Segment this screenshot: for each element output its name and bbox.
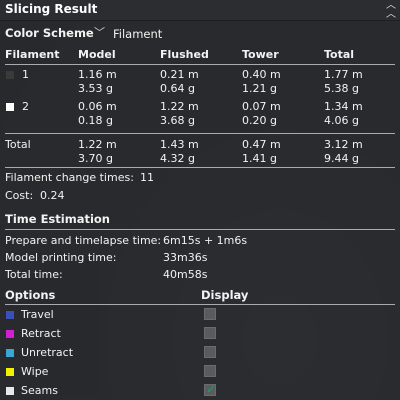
- option-travel-label: Travel: [21, 308, 54, 321]
- time-estimation-heading: Time Estimation: [5, 212, 110, 226]
- wipe-display-checkbox[interactable]: [204, 365, 216, 377]
- unretract-display-checkbox[interactable]: [204, 346, 216, 358]
- cost-label: Cost:: [5, 189, 34, 202]
- option-seams-label: Seams: [21, 384, 58, 397]
- travel-display-checkbox[interactable]: [204, 308, 216, 320]
- seams-color-swatch: [6, 387, 14, 395]
- cell-model-length: 1.22 m: [78, 138, 117, 151]
- slicing-result-panel: Slicing Result ︿ ︿ Color Scheme ﹀ Filamen…: [0, 0, 400, 400]
- total-divider: [5, 133, 395, 134]
- filament-change-value: 11: [140, 171, 154, 184]
- cell-flushed-length: 1.43 m: [160, 138, 199, 151]
- header-flushed: Flushed: [160, 48, 209, 61]
- options-divider: [5, 304, 395, 305]
- cell-model-length: 0.06 m: [78, 100, 117, 113]
- cell-flushed-weight: 3.68 g: [160, 114, 195, 127]
- time-label-model: Model printing time:: [5, 251, 117, 264]
- chevron-down-icon: ﹀: [94, 26, 105, 39]
- time-value-model: 33m36s: [163, 251, 208, 264]
- header-divider: [5, 64, 395, 65]
- time-label-prepare: Prepare and timelapse time:: [5, 234, 162, 247]
- color-scheme-selected: Filament: [113, 27, 163, 41]
- filament-1-swatch: [6, 71, 14, 79]
- panel-titlebar: Slicing Result ︿ ︿: [0, 0, 400, 21]
- header-filament: Filament: [5, 48, 60, 61]
- time-divider: [5, 229, 395, 230]
- cell-flushed-length: 1.22 m: [160, 100, 199, 113]
- seams-display-checkbox[interactable]: ✓: [204, 382, 217, 396]
- travel-color-swatch: [6, 311, 14, 319]
- filament-change-label: Filament change times:: [5, 171, 134, 184]
- retract-color-swatch: [6, 330, 14, 338]
- time-label-total: Total time:: [5, 268, 63, 281]
- option-wipe-label: Wipe: [21, 365, 49, 378]
- wipe-color-swatch: [6, 368, 14, 376]
- time-value-prepare: 6m15s + 1m6s: [163, 234, 248, 247]
- options-header: Options: [5, 288, 56, 302]
- cell-tower-length: 0.07 m: [242, 100, 281, 113]
- cell-total-weight: 4.06 g: [324, 114, 359, 127]
- double-chevron-up-icon[interactable]: ︿ ︿: [386, 1, 396, 20]
- cell-model-weight: 0.18 g: [78, 114, 113, 127]
- cell-total-length: 1.34 m: [324, 100, 363, 113]
- cell-tower-weight: 1.41 g: [242, 152, 277, 165]
- header-tower: Tower: [242, 48, 279, 61]
- filament-1-id: 1: [22, 68, 29, 81]
- header-total: Total: [324, 48, 355, 61]
- cell-model-length: 1.16 m: [78, 68, 117, 81]
- cell-total-length: 3.12 m: [324, 138, 363, 151]
- cell-tower-length: 0.40 m: [242, 68, 281, 81]
- summary-divider: [5, 167, 395, 168]
- checkmark-icon: ✓: [206, 382, 217, 396]
- retract-display-checkbox[interactable]: [204, 327, 216, 339]
- time-value-total: 40m58s: [163, 268, 208, 281]
- cell-flushed-weight: 0.64 g: [160, 82, 195, 95]
- cost-value: 0.24: [40, 189, 65, 202]
- filament-2-id: 2: [22, 100, 29, 113]
- header-model: Model: [78, 48, 116, 61]
- total-row-label: Total: [5, 138, 31, 151]
- cell-total-weight: 9.44 g: [324, 152, 359, 165]
- option-unretract-label: Unretract: [21, 346, 74, 359]
- color-scheme-dropdown[interactable]: ﹀ Filament: [92, 26, 242, 42]
- cell-tower-length: 0.47 m: [242, 138, 281, 151]
- cell-flushed-length: 0.21 m: [160, 68, 199, 81]
- option-retract-label: Retract: [21, 327, 61, 340]
- unretract-color-swatch: [6, 349, 14, 357]
- cell-model-weight: 3.53 g: [78, 82, 113, 95]
- color-scheme-label: Color Scheme: [5, 26, 94, 40]
- cell-flushed-weight: 4.32 g: [160, 152, 195, 165]
- filament-2-swatch: [6, 103, 14, 111]
- cell-total-length: 1.77 m: [324, 68, 363, 81]
- cell-tower-weight: 1.21 g: [242, 82, 277, 95]
- cell-model-weight: 3.70 g: [78, 152, 113, 165]
- display-header: Display: [201, 288, 249, 302]
- cell-total-weight: 5.38 g: [324, 82, 359, 95]
- cell-tower-weight: 0.20 g: [242, 114, 277, 127]
- panel-title: Slicing Result: [5, 2, 98, 16]
